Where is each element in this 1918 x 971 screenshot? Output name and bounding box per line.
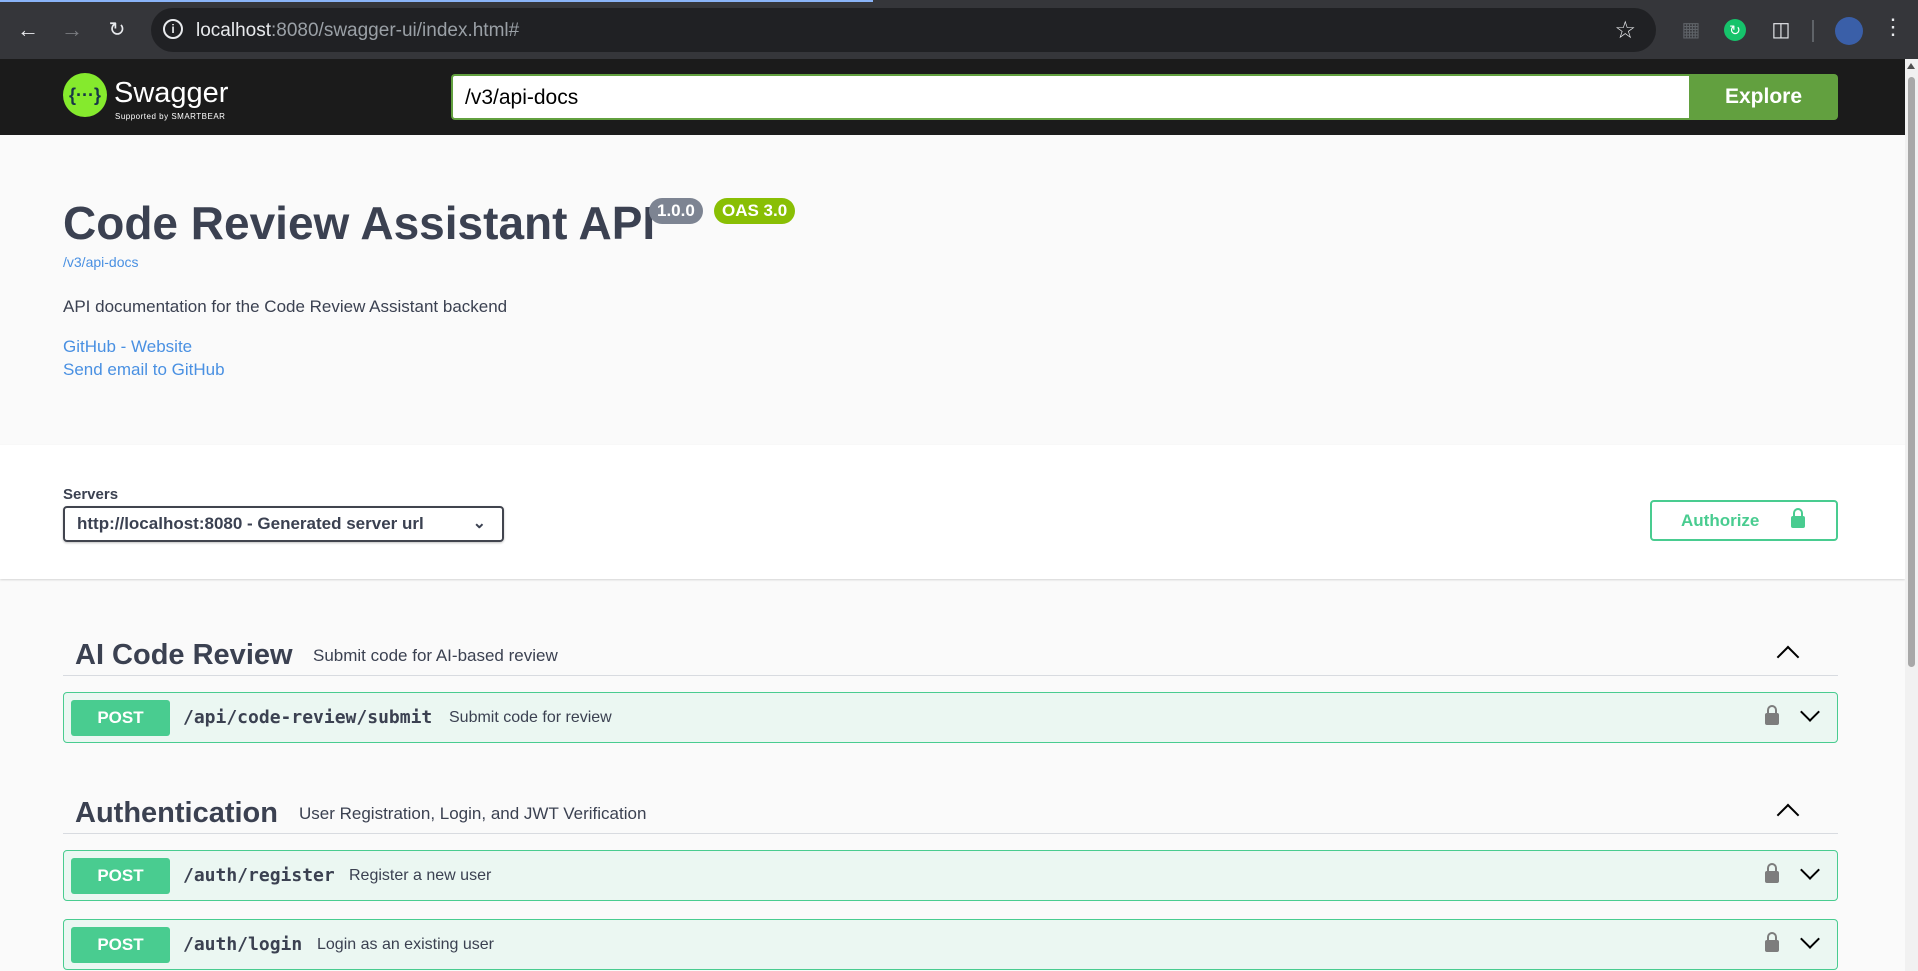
bookmark-star-icon[interactable]: ☆ [1614, 16, 1636, 45]
chevron-up-icon[interactable] [1776, 645, 1800, 669]
operation-path: /auth/login [183, 934, 303, 955]
site-info-icon[interactable]: i [163, 19, 183, 39]
spec-link[interactable]: /v3/api-docs [63, 254, 138, 270]
back-arrow-icon[interactable]: ← [12, 14, 44, 46]
server-select-value: http://localhost:8080 - Generated server… [77, 514, 424, 533]
method-badge: POST [71, 858, 170, 894]
chevron-up-icon[interactable] [1776, 803, 1800, 827]
operation-summary: Register a new user [349, 867, 492, 884]
unlocked-icon [1791, 508, 1805, 528]
extension-sync-icon[interactable]: ↻ [1724, 19, 1746, 41]
url-host: localhost [196, 20, 271, 41]
profile-avatar[interactable] [1835, 17, 1863, 45]
operation-post-code-review-submit[interactable]: POST /api/code-review/submit Submit code… [63, 692, 1838, 743]
method-badge: POST [71, 700, 170, 736]
send-email-link[interactable]: Send email to GitHub [63, 360, 225, 380]
servers-section: Servers http://localhost:8080 - Generate… [0, 445, 1905, 579]
extension-disabled-icon[interactable]: ▦ [1677, 16, 1705, 44]
operation-post-auth-login[interactable]: POST /auth/login Login as an existing us… [63, 919, 1838, 970]
servers-label: Servers [63, 486, 119, 503]
scroll-up-arrow-icon[interactable] [1907, 63, 1915, 69]
github-website-link[interactable]: GitHub - Website [63, 337, 192, 357]
operation-summary: Login as an existing user [317, 936, 494, 953]
api-description: API documentation for the Code Review As… [63, 297, 508, 316]
chevron-down-icon[interactable] [1800, 929, 1820, 949]
server-select[interactable]: http://localhost:8080 - Generated server… [63, 506, 504, 542]
chevron-down-icon[interactable] [1800, 702, 1820, 722]
browser-toolbar: ← → ↻ i localhost:8080/swagger-ui/index.… [0, 0, 1918, 59]
scrollbar-thumb[interactable] [1908, 77, 1915, 667]
address-url[interactable]: localhost:8080/swagger-ui/index.html# [196, 20, 519, 42]
loading-bar [0, 0, 873, 2]
tag-description: Submit code for AI-based review [313, 646, 558, 665]
tag-description: User Registration, Login, and JWT Verifi… [299, 804, 647, 823]
operation-path: /auth/register [183, 865, 335, 886]
tag-authentication[interactable]: Authentication User Registration, Login,… [63, 777, 1838, 834]
spec-url-input[interactable]: /v3/api-docs [451, 74, 1689, 120]
tag-name: Authentication [75, 797, 278, 829]
operation-post-auth-register[interactable]: POST /auth/register Register a new user [63, 850, 1838, 901]
forward-arrow-icon[interactable]: → [56, 14, 88, 46]
toolbar-divider [1812, 20, 1814, 42]
lock-icon[interactable] [1765, 863, 1779, 883]
operation-path: /api/code-review/submit [183, 707, 433, 728]
lock-icon[interactable] [1765, 705, 1779, 725]
tag-name: AI Code Review [75, 639, 293, 671]
lock-icon[interactable] [1765, 932, 1779, 952]
extensions-puzzle-icon[interactable]: ◫ [1767, 16, 1795, 44]
browser-menu-icon[interactable]: ⋮ [1882, 14, 1904, 40]
version-badge: 1.0.0 [649, 198, 703, 224]
swagger-logo-text: Swagger [114, 77, 229, 109]
page-scrollbar[interactable] [1905, 59, 1918, 971]
operation-summary: Submit code for review [449, 709, 612, 726]
authorize-button[interactable]: Authorize [1650, 500, 1838, 541]
api-title: Code Review Assistant API [63, 197, 656, 249]
authorize-label: Authorize [1681, 511, 1760, 530]
tag-ai-code-review[interactable]: AI Code Review Submit code for AI-based … [63, 619, 1838, 676]
explore-button[interactable]: Explore [1689, 74, 1838, 120]
chevron-down-icon: ⌄ [472, 515, 486, 532]
method-badge: POST [71, 927, 170, 963]
swagger-logo-subtitle: Supported by SMARTBEAR [115, 112, 226, 121]
swagger-logo-icon: {···} [63, 73, 107, 117]
swagger-topbar: {···} Swagger Supported by SMARTBEAR /v3… [0, 59, 1905, 135]
oas-badge: OAS 3.0 [714, 198, 796, 224]
chevron-down-icon[interactable] [1800, 860, 1820, 880]
url-path: :8080/swagger-ui/index.html# [271, 20, 520, 41]
address-bar[interactable]: i localhost:8080/swagger-ui/index.html# … [151, 8, 1656, 52]
reload-icon[interactable]: ↻ [101, 14, 133, 46]
